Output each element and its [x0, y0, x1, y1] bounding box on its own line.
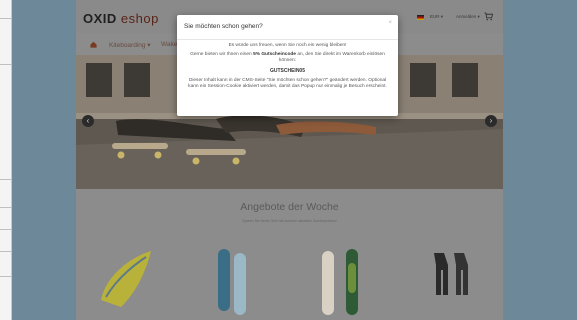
offers-subheading: Sparen Sie heute Geld mit unseren aktuel…	[242, 219, 337, 223]
chevron-right-icon[interactable]: ›	[485, 115, 497, 127]
modal-divider	[177, 39, 398, 40]
product-wakeboard-blue[interactable]	[218, 249, 246, 315]
product-board-white[interactable]	[322, 249, 358, 315]
shop-logo[interactable]: OXID eshop	[83, 11, 159, 26]
coupon-highlight: 5% Gutscheincode	[253, 52, 296, 57]
modal-body: Es würde uns freuen, wenn Sie noch ein w…	[187, 43, 388, 93]
modal-offer: Gerne bieten wir Ihnen einen 5% Gutschei…	[190, 52, 385, 63]
admin-sidebar-strip	[0, 0, 12, 320]
logo-eshop: eshop	[120, 11, 159, 26]
exit-intent-popup: Sie möchten schon gehen? × Es würde uns …	[177, 15, 398, 116]
product-kite[interactable]	[101, 251, 151, 307]
product-wetsuit[interactable]	[434, 253, 468, 295]
account-menu[interactable]: Anmelden ▾	[456, 14, 480, 20]
strip-divider	[0, 276, 12, 277]
flag-de-icon[interactable]	[417, 15, 424, 20]
modal-intro: Es würde uns freuen, wenn Sie noch ein w…	[228, 43, 347, 48]
background-right-panel	[503, 0, 577, 320]
home-icon[interactable]	[90, 41, 97, 48]
logo-oxid: OXID	[83, 11, 117, 26]
coupon-code: GUTSCHEIN05	[269, 68, 305, 74]
currency-selector[interactable]: EUR ▾	[430, 14, 443, 20]
strip-divider	[0, 64, 12, 65]
strip-divider	[0, 251, 12, 252]
chevron-left-icon[interactable]: ‹	[82, 115, 94, 127]
offers-heading: Angebote der Woche	[240, 201, 339, 213]
strip-divider	[0, 18, 12, 19]
product-row	[101, 249, 468, 315]
close-icon[interactable]: ×	[388, 20, 392, 26]
strip-divider	[0, 229, 12, 230]
nav-item-kiteboarding[interactable]: Kiteboarding ▾	[109, 41, 151, 49]
cart-icon[interactable]	[484, 12, 493, 21]
modal-title: Sie möchten schon gehen?	[184, 23, 263, 30]
strip-divider	[0, 179, 12, 180]
background-left-panel	[12, 0, 76, 320]
modal-note: Dieser Inhalt kann in der CMS-Seite "Sie…	[188, 78, 387, 89]
strip-divider	[0, 207, 12, 208]
